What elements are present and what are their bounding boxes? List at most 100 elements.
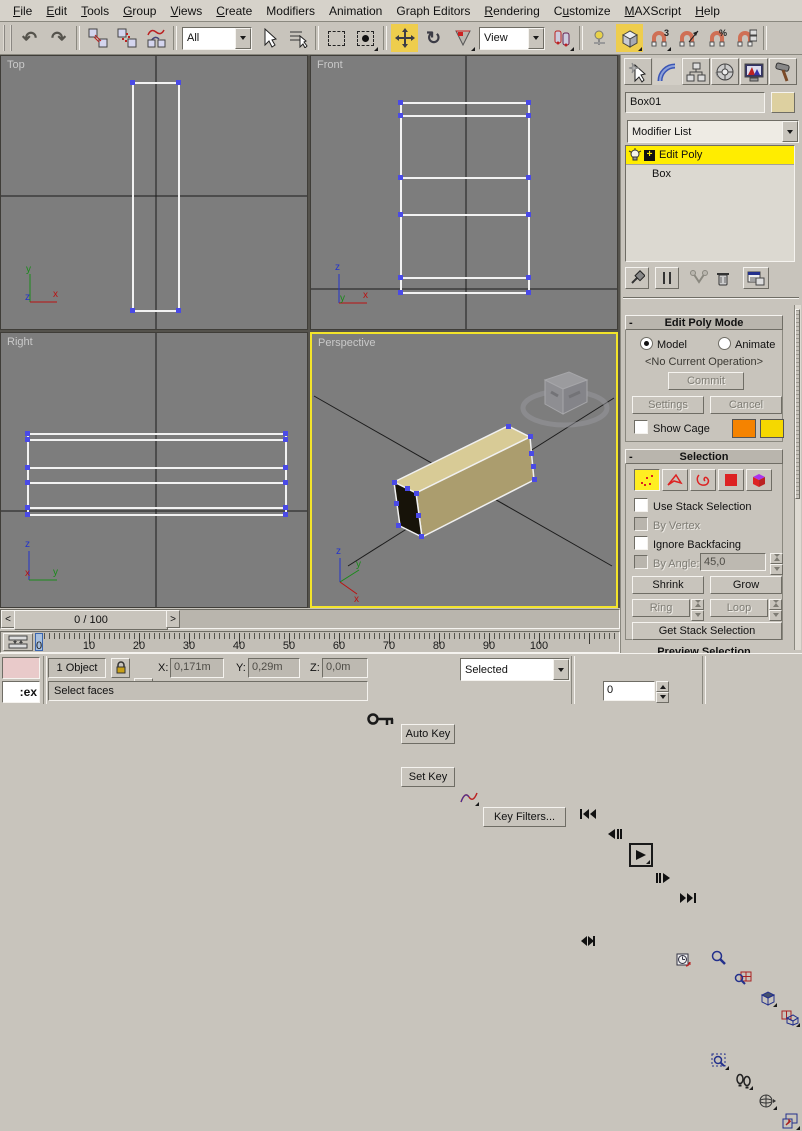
- next-frame-button[interactable]: [652, 868, 674, 888]
- rollout-scrollbar-thumb[interactable]: [795, 309, 800, 499]
- snap-3d-button[interactable]: 3: [645, 24, 672, 52]
- y-coord-field[interactable]: 0,29m: [248, 658, 300, 678]
- commit-button[interactable]: Commit: [668, 372, 744, 390]
- maximize-viewport-toggle-button[interactable]: [779, 1111, 801, 1131]
- get-stack-selection-button[interactable]: Get Stack Selection: [632, 622, 782, 640]
- menu-maxscript[interactable]: MAXScript: [618, 2, 689, 20]
- model-radio[interactable]: Model: [640, 337, 687, 351]
- pin-stack-button[interactable]: [625, 267, 649, 289]
- ring-button[interactable]: Ring: [632, 599, 690, 617]
- use-center-button[interactable]: [548, 24, 575, 52]
- rollout-selection-header[interactable]: - Selection: [625, 449, 783, 464]
- time-slider-next-button[interactable]: >: [166, 610, 180, 628]
- reference-coordinate-dropdown[interactable]: View: [479, 27, 545, 50]
- menu-modifiers[interactable]: Modifiers: [259, 2, 322, 20]
- rollout-preview-selection-header[interactable]: Preview Selection: [625, 645, 783, 653]
- tab-display[interactable]: [740, 58, 768, 85]
- make-unique-button[interactable]: [687, 267, 711, 289]
- loop-spinner[interactable]: [769, 599, 782, 617]
- stack-row-edit-poly[interactable]: + Edit Poly: [626, 146, 794, 165]
- edge-subobject-button[interactable]: [662, 469, 688, 491]
- menu-animation[interactable]: Animation: [322, 2, 389, 20]
- toolbar-grip[interactable]: [3, 25, 12, 51]
- time-slider[interactable]: < 0 / 100 >: [0, 609, 620, 629]
- ring-spinner[interactable]: [691, 599, 704, 617]
- reference-coordinate-arrow[interactable]: [528, 28, 544, 49]
- arc-rotate-button[interactable]: [756, 1091, 778, 1111]
- select-by-name-button[interactable]: [284, 24, 311, 52]
- polygon-subobject-button[interactable]: [718, 469, 744, 491]
- select-and-move-button[interactable]: [391, 24, 418, 52]
- menu-customize[interactable]: Customize: [547, 2, 618, 20]
- key-filters-button[interactable]: Key Filters...: [483, 807, 566, 827]
- zoom-extents-all-button[interactable]: [779, 1008, 801, 1028]
- menu-group[interactable]: Group: [116, 2, 163, 20]
- key-mode-toggle-button[interactable]: [577, 931, 599, 951]
- select-object-button[interactable]: [255, 24, 282, 52]
- element-subobject-button[interactable]: [746, 469, 772, 491]
- select-and-link-button[interactable]: [84, 24, 111, 52]
- tab-motion[interactable]: [711, 58, 739, 85]
- loop-button[interactable]: Loop: [710, 599, 768, 617]
- shrink-button[interactable]: Shrink: [632, 576, 704, 594]
- viewport-perspective[interactable]: Perspective: [310, 332, 618, 608]
- select-and-scale-button[interactable]: [449, 24, 476, 52]
- menu-views[interactable]: Views: [163, 2, 209, 20]
- pan-view-button[interactable]: [732, 1071, 754, 1091]
- default-tangents-button[interactable]: [458, 787, 480, 807]
- window-crossing-toggle-button[interactable]: [352, 24, 379, 52]
- selection-filter-dropdown[interactable]: All: [182, 27, 252, 50]
- menu-edit[interactable]: Edit: [39, 2, 74, 20]
- redo-button[interactable]: ↷: [45, 24, 72, 52]
- auto-key-button[interactable]: Auto Key: [401, 724, 455, 744]
- set-key-button[interactable]: Set Key: [401, 767, 455, 787]
- maxscript-listener-script-pane[interactable]: :ex: [2, 681, 40, 703]
- rollout-edit-poly-mode-header[interactable]: - Edit Poly Mode: [625, 315, 783, 330]
- key-filter-arrow[interactable]: [553, 659, 569, 680]
- by-vertex-checkbox[interactable]: By Vertex: [634, 517, 700, 532]
- time-configuration-button[interactable]: [673, 951, 695, 971]
- menu-tools[interactable]: Tools: [74, 2, 116, 20]
- zoom-all-button[interactable]: [732, 968, 754, 988]
- select-and-manipulate-button[interactable]: [587, 24, 614, 52]
- menu-help[interactable]: Help: [688, 2, 727, 20]
- viewport-right[interactable]: Right z x: [0, 332, 308, 608]
- x-coord-field[interactable]: 0,171m: [170, 658, 224, 678]
- time-slider-thumb[interactable]: 0 / 100: [14, 610, 168, 630]
- track-bar[interactable]: 0 10 20 30 40 50 60 70 80 90 100: [0, 631, 620, 653]
- menu-file[interactable]: File: [6, 2, 39, 20]
- by-angle-checkbox[interactable]: By Angle:: [634, 555, 699, 570]
- undo-button[interactable]: ↶: [16, 24, 43, 52]
- tab-modify[interactable]: [653, 58, 681, 85]
- menu-rendering[interactable]: Rendering: [477, 2, 546, 20]
- snaps-toggle-button[interactable]: [616, 24, 643, 52]
- stack-expand-box[interactable]: +: [644, 150, 655, 161]
- rollout-scrollbar[interactable]: [794, 305, 801, 650]
- grow-button[interactable]: Grow: [710, 576, 782, 594]
- zoom-extents-button[interactable]: [756, 988, 778, 1008]
- key-filter-dropdown[interactable]: Selected: [460, 658, 570, 681]
- frame-spinner[interactable]: [656, 681, 669, 701]
- cage-color-swatch[interactable]: [732, 419, 756, 438]
- show-end-result-button[interactable]: [655, 267, 679, 289]
- percent-snap-button[interactable]: %: [703, 24, 730, 52]
- modifier-list-arrow[interactable]: [782, 121, 798, 142]
- cancel-button[interactable]: Cancel: [710, 396, 782, 414]
- tab-create[interactable]: [624, 58, 652, 85]
- menu-graph-editors[interactable]: Graph Editors: [389, 2, 477, 20]
- stack-row-box[interactable]: Box: [626, 165, 794, 182]
- ignore-backfacing-checkbox[interactable]: Ignore Backfacing: [634, 536, 741, 551]
- current-frame-field[interactable]: 0: [603, 681, 655, 701]
- select-and-rotate-button[interactable]: ↻: [420, 24, 447, 52]
- selection-filter-arrow[interactable]: [235, 28, 251, 49]
- set-keys-button[interactable]: [366, 706, 396, 732]
- z-coord-field[interactable]: 0,0m: [322, 658, 368, 678]
- modifier-list-dropdown[interactable]: Modifier List: [627, 120, 799, 143]
- rectangular-selection-region-button[interactable]: [323, 24, 350, 52]
- selection-lock-button[interactable]: [111, 658, 130, 678]
- viewport-front[interactable]: Front z y: [310, 55, 618, 330]
- angle-snap-button[interactable]: [674, 24, 701, 52]
- tab-hierarchy[interactable]: [682, 58, 710, 85]
- zoom-button[interactable]: [708, 948, 730, 968]
- time-slider-prev-button[interactable]: <: [1, 610, 15, 628]
